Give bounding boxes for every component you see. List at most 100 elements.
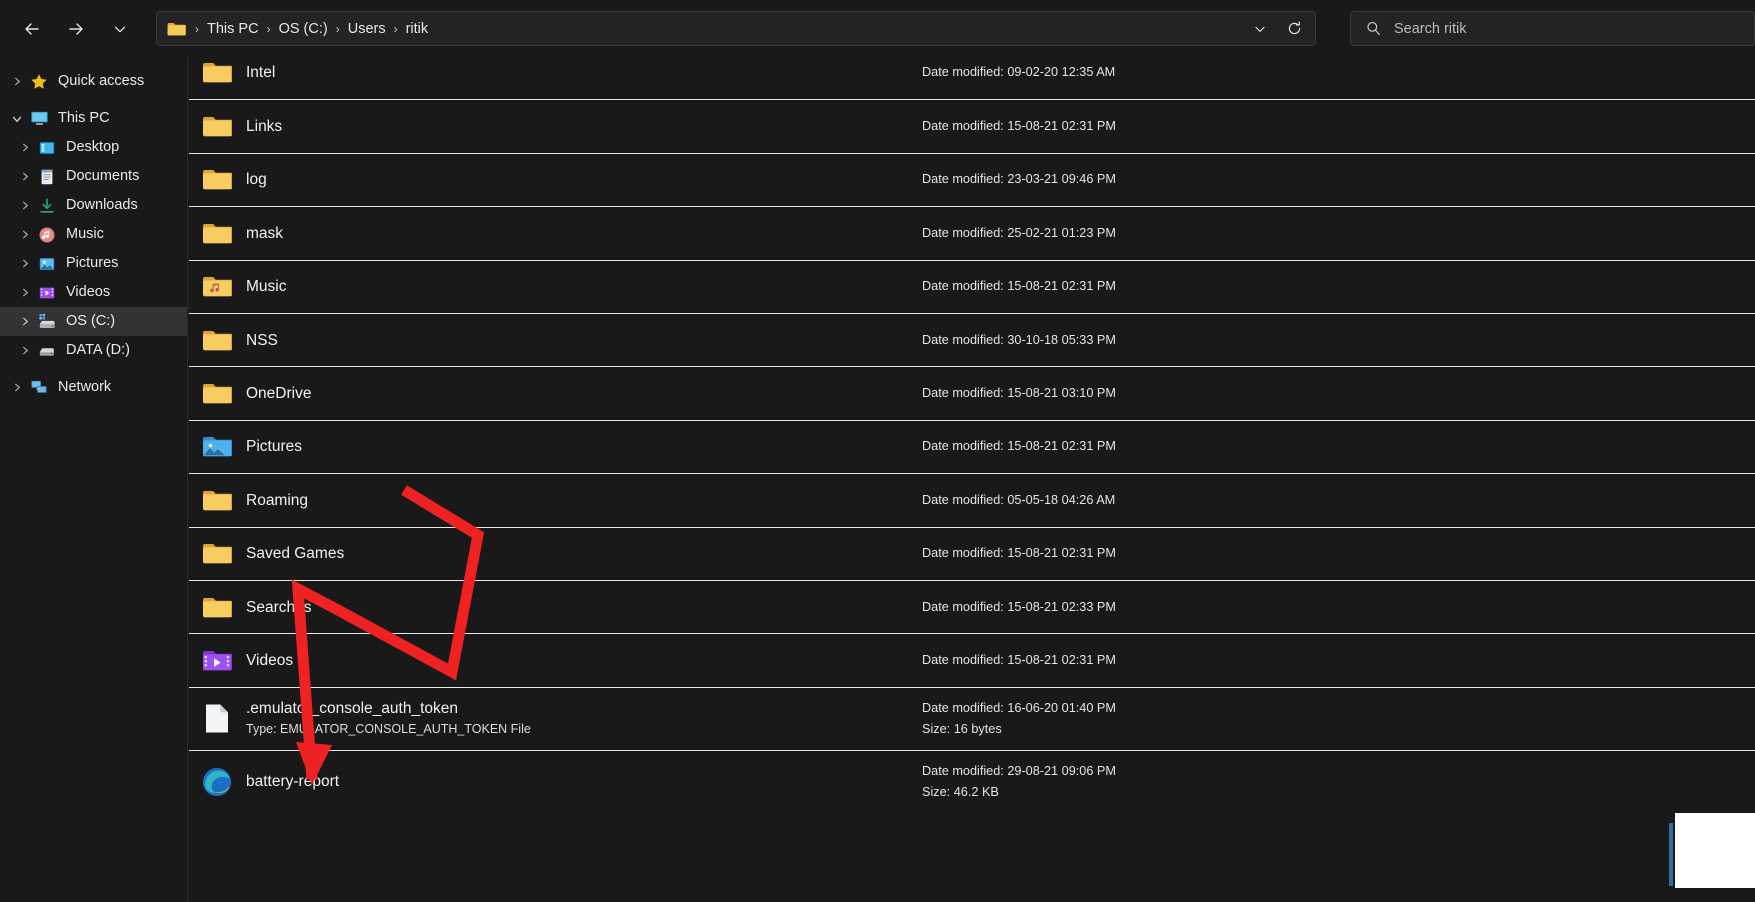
table-row[interactable]: Searches Date modified: 15-08-21 02:33 P…: [189, 579, 1755, 633]
file-name: Pictures: [246, 438, 302, 456]
row-meta-cell: Date modified: 15-08-21 03:10 PM: [922, 367, 1116, 419]
sidebar-item-label: Pictures: [66, 255, 119, 272]
recent-locations-button[interactable]: [100, 9, 140, 49]
sidebar-item-label: Music: [66, 226, 104, 243]
date-modified: Date modified: 05-05-18 04:26 AM: [922, 492, 1116, 507]
table-row[interactable]: mask Date modified: 25-02-21 01:23 PM: [189, 206, 1755, 259]
chevron-right-icon[interactable]: [14, 133, 36, 162]
row-meta-cell: Date modified: 15-08-21 02:31 PM: [922, 100, 1116, 152]
navigation-pane: Quick access This PC Desktop Documents D…: [0, 57, 188, 902]
drive-icon: [36, 340, 58, 362]
file-name: Searches: [246, 598, 312, 616]
date-modified: Date modified: 09-02-20 12:35 AM: [922, 65, 1116, 80]
sidebar-item-quick-access[interactable]: Quick access: [0, 67, 187, 96]
sidebar-item-label: DATA (D:): [66, 342, 130, 359]
refresh-icon[interactable]: [1277, 14, 1311, 44]
sidebar-item-music[interactable]: Music: [0, 220, 187, 249]
table-row[interactable]: Intel Date modified: 09-02-20 12:35 AM: [189, 46, 1755, 99]
row-meta-cell: Date modified: 05-05-18 04:26 AM: [922, 474, 1115, 526]
row-name-cell: Videos: [189, 645, 889, 676]
date-modified: Date modified: 15-08-21 02:31 PM: [922, 279, 1116, 294]
date-modified: Date modified: 15-08-21 02:31 PM: [922, 119, 1116, 134]
back-button[interactable]: [12, 9, 52, 49]
chevron-right-icon[interactable]: [14, 336, 36, 365]
chevron-right-icon[interactable]: [14, 191, 36, 220]
pictures-icon: [36, 253, 58, 275]
date-modified: Date modified: 30-10-18 05:33 PM: [922, 332, 1116, 347]
documents-icon: [36, 166, 58, 188]
chevron-down-icon[interactable]: [6, 104, 28, 133]
file-icon: [201, 703, 232, 734]
table-row[interactable]: log Date modified: 23-03-21 09:46 PM: [189, 152, 1755, 206]
date-modified: Date modified: 29-08-21 09:06 PM: [922, 763, 1116, 778]
sidebar-item-label: Quick access: [58, 73, 145, 90]
chevron-right-icon[interactable]: [14, 278, 36, 307]
table-row[interactable]: Links Date modified: 15-08-21 02:31 PM: [189, 99, 1755, 152]
address-bar-actions: [1243, 14, 1311, 44]
table-row[interactable]: OneDrive Date modified: 15-08-21 03:10 P…: [189, 366, 1755, 419]
sidebar-item-desktop[interactable]: Desktop: [0, 133, 187, 162]
chevron-right-icon[interactable]: [14, 220, 36, 249]
row-name-cell: Searches: [189, 592, 889, 623]
table-row[interactable]: battery-report Date modified: 29-08-21 0…: [189, 749, 1755, 813]
chevron-down-icon[interactable]: [1243, 14, 1277, 44]
sidebar-item-label: This PC: [58, 110, 110, 127]
row-meta-cell: Date modified: 23-03-21 09:46 PM: [922, 154, 1116, 206]
address-bar[interactable]: › This PC › OS (C:) › Users › ritik: [156, 11, 1316, 46]
sidebar-item-this-pc[interactable]: This PC: [0, 104, 187, 133]
row-meta-cell: Date modified: 16-06-20 01:40 PM Size: 1…: [922, 688, 1116, 750]
row-meta-cell: Date modified: 09-02-20 12:35 AM: [922, 46, 1115, 99]
search-box[interactable]: Search ritik: [1350, 11, 1755, 46]
file-name: Roaming: [246, 491, 309, 509]
table-row[interactable]: Pictures Date modified: 15-08-21 02:31 P…: [189, 419, 1755, 473]
date-modified: Date modified: 15-08-21 02:31 PM: [922, 546, 1116, 561]
table-row[interactable]: Roaming Date modified: 05-05-18 04:26 AM: [189, 473, 1755, 526]
sidebar-item-downloads[interactable]: Downloads: [0, 191, 187, 220]
file-name: mask: [246, 224, 284, 242]
chevron-right-icon[interactable]: [14, 307, 36, 336]
folder-icon: [201, 592, 232, 623]
breadcrumb-separator: ›: [266, 21, 271, 36]
breadcrumb-item-this-pc[interactable]: This PC: [204, 19, 262, 39]
desktop-icon: [36, 137, 58, 159]
row-meta-cell: Date modified: 30-10-18 05:33 PM: [922, 314, 1116, 366]
row-meta-cell: Date modified: 25-02-21 01:23 PM: [922, 207, 1116, 259]
chevron-right-icon[interactable]: [6, 67, 28, 96]
sidebar-item-documents[interactable]: Documents: [0, 162, 187, 191]
sidebar-item-data-d[interactable]: DATA (D:): [0, 336, 187, 365]
table-row[interactable]: NSS Date modified: 30-10-18 05:33 PM: [189, 312, 1755, 366]
videos-folder-icon: [201, 645, 232, 676]
sidebar-item-network[interactable]: Network: [0, 373, 187, 402]
sidebar-item-label: Downloads: [66, 197, 138, 214]
breadcrumb-separator: ›: [195, 21, 199, 36]
file-name: log: [246, 171, 267, 189]
sidebar-item-label: Videos: [66, 284, 111, 301]
row-name-cell: .emulator_console_auth_token Type: EMULA…: [189, 698, 889, 739]
forward-button[interactable]: [56, 9, 96, 49]
search-input[interactable]: Search ritik: [1394, 21, 1467, 37]
file-name: Saved Games: [246, 545, 345, 563]
row-name-cell: battery-report: [189, 766, 889, 797]
breadcrumb-item-users[interactable]: Users: [345, 19, 389, 39]
breadcrumb-item-ritik[interactable]: ritik: [403, 19, 432, 39]
row-name-cell: OneDrive: [189, 378, 889, 409]
chevron-right-icon[interactable]: [14, 249, 36, 278]
file-size: Size: 16 bytes: [922, 721, 1002, 736]
sidebar-item-videos[interactable]: Videos: [0, 278, 187, 307]
row-name-cell: mask: [189, 218, 889, 249]
file-name: Links: [246, 118, 283, 136]
chevron-right-icon[interactable]: [6, 373, 28, 402]
row-meta-cell: Date modified: 15-08-21 02:31 PM: [922, 634, 1116, 686]
table-row[interactable]: .emulator_console_auth_token Type: EMULA…: [189, 686, 1755, 750]
table-row[interactable]: Music Date modified: 15-08-21 02:31 PM: [189, 259, 1755, 313]
date-modified: Date modified: 16-06-20 01:40 PM: [922, 700, 1116, 715]
table-row[interactable]: Videos Date modified: 15-08-21 02:31 PM: [189, 633, 1755, 686]
row-name-cell: Roaming: [189, 485, 889, 516]
breadcrumb-separator: ›: [335, 21, 340, 36]
sidebar-item-pictures[interactable]: Pictures: [0, 249, 187, 278]
sidebar-item-os-c[interactable]: OS (C:): [0, 307, 187, 336]
breadcrumb-item-os-c[interactable]: OS (C:): [276, 19, 331, 39]
drive-os-icon: [36, 311, 58, 333]
table-row[interactable]: Saved Games Date modified: 15-08-21 02:3…: [189, 526, 1755, 580]
chevron-right-icon[interactable]: [14, 162, 36, 191]
